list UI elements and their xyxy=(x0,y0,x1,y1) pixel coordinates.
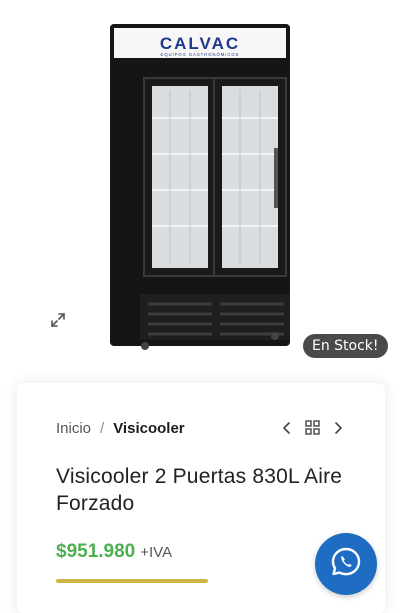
whatsapp-icon xyxy=(329,545,363,584)
svg-text:EQUIPOS GASTRONÓMICOS: EQUIPOS GASTRONÓMICOS xyxy=(161,52,240,57)
chevron-right-icon[interactable] xyxy=(332,421,344,435)
product-navigation xyxy=(281,420,344,435)
breadcrumb-home-link[interactable]: Inicio xyxy=(56,420,91,437)
stock-badge: En Stock! xyxy=(303,334,388,358)
product-image[interactable]: CALVAC EQUIPOS GASTRONÓMICOS xyxy=(100,18,300,354)
product-gallery: CALVAC EQUIPOS GASTRONÓMICOS En Stock! xyxy=(0,0,400,372)
breadcrumb: Inicio / Visicooler xyxy=(56,420,185,437)
tax-suffix: +IVA xyxy=(140,544,173,561)
product-title: Visicooler 2 Puertas 830L Aire Forzado xyxy=(56,465,343,515)
product-price: $951.980 xyxy=(56,541,136,562)
price-row: $951.980 +IVA xyxy=(56,541,172,563)
grid-icon[interactable] xyxy=(305,420,320,435)
whatsapp-button[interactable] xyxy=(315,533,377,595)
brand-logo-text: CALVAC xyxy=(160,34,240,53)
breadcrumb-separator: / xyxy=(100,420,105,437)
add-to-cart-bar[interactable] xyxy=(56,579,208,583)
chevron-left-icon[interactable] xyxy=(281,421,293,435)
expand-icon[interactable] xyxy=(50,312,66,328)
breadcrumb-current-category[interactable]: Visicooler xyxy=(113,420,184,437)
